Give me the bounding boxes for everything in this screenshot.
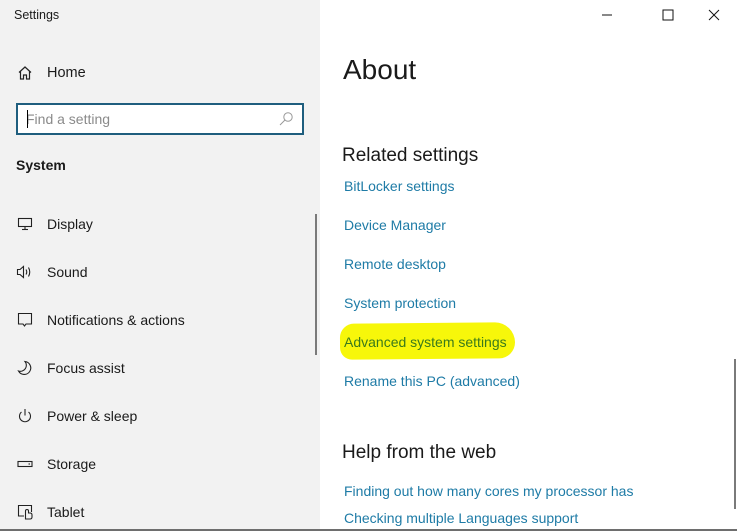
system-protection-link[interactable]: System protection [344, 295, 456, 311]
section-label-system: System [16, 157, 66, 173]
bitlocker-settings-link[interactable]: BitLocker settings [344, 178, 455, 194]
maximize-icon [662, 9, 674, 21]
power-icon [16, 407, 34, 425]
sidebar-item-label: Power & sleep [47, 408, 138, 424]
sidebar-item-label: Storage [47, 456, 97, 472]
sound-icon [16, 263, 34, 281]
sidebar: Settings Home System Display Sound Notif… [0, 0, 320, 529]
sidebar-item-label: Display [47, 216, 93, 232]
sidebar-scrollbar[interactable] [315, 214, 317, 355]
app-title: Settings [14, 8, 60, 22]
advanced-system-settings-link[interactable]: Advanced system settings [344, 334, 507, 350]
sidebar-item-tablet[interactable]: Tablet [16, 500, 84, 524]
home-label: Home [47, 65, 86, 81]
rename-pc-link[interactable]: Rename this PC (advanced) [344, 373, 520, 389]
home-icon [16, 64, 34, 82]
display-icon [16, 215, 34, 233]
remote-desktop-link[interactable]: Remote desktop [344, 256, 446, 272]
help-from-web-heading: Help from the web [342, 442, 497, 463]
storage-icon [16, 455, 34, 473]
search-box[interactable] [16, 103, 304, 135]
notifications-icon [16, 311, 34, 329]
search-input[interactable] [26, 108, 276, 130]
sidebar-item-focus-assist[interactable]: Focus assist [16, 356, 125, 380]
main-content: About Related settings BitLocker setting… [320, 0, 737, 529]
sidebar-item-power-sleep[interactable]: Power & sleep [16, 404, 137, 428]
close-icon [708, 9, 720, 21]
help-link-languages-support[interactable]: Checking multiple Languages support [344, 510, 578, 526]
main-scrollbar[interactable] [734, 359, 736, 509]
sidebar-item-label: Sound [47, 264, 88, 280]
maximize-button[interactable] [656, 4, 680, 26]
sidebar-item-home[interactable]: Home [16, 62, 86, 84]
device-manager-link[interactable]: Device Manager [344, 217, 446, 233]
tablet-icon [16, 503, 34, 521]
sidebar-item-label: Tablet [47, 504, 85, 520]
sidebar-item-label: Notifications & actions [47, 312, 185, 328]
related-settings-heading: Related settings [342, 145, 479, 166]
close-button[interactable] [702, 4, 726, 26]
minimize-button[interactable] [595, 4, 619, 26]
sidebar-item-label: Focus assist [47, 360, 125, 376]
moon-icon [16, 359, 34, 377]
page-title: About [343, 54, 417, 85]
sidebar-item-notifications[interactable]: Notifications & actions [16, 308, 185, 332]
sidebar-item-sound[interactable]: Sound [16, 260, 87, 284]
help-link-processor-cores[interactable]: Finding out how many cores my processor … [344, 483, 633, 499]
minimize-icon [602, 14, 612, 16]
sidebar-item-display[interactable]: Display [16, 212, 93, 236]
search-icon[interactable] [278, 111, 294, 127]
sidebar-item-storage[interactable]: Storage [16, 452, 96, 476]
text-cursor [27, 110, 28, 128]
